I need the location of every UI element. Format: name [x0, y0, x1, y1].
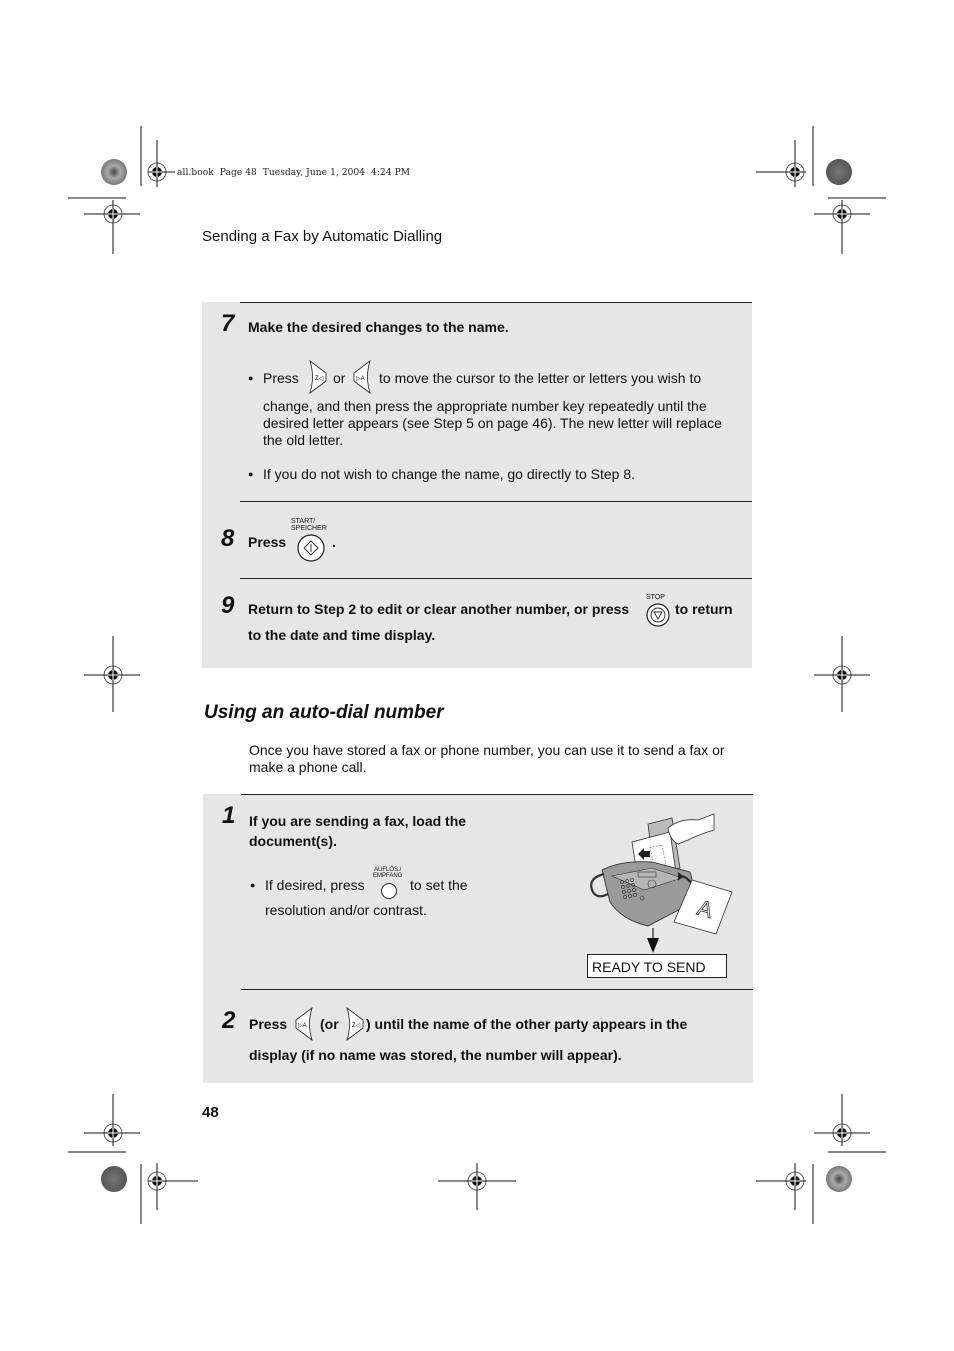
step-text-continued: display (if no name was stored, the numb…	[249, 1047, 622, 1063]
svg-text:▷A: ▷A	[356, 376, 365, 382]
start-key-icon[interactable]	[296, 533, 326, 563]
section-title: Using an auto-dial number	[204, 702, 444, 723]
step-text-continued: to the date and time display.	[248, 627, 436, 643]
print-slug: all.book Page 48 Tuesday, June 1, 2004 4…	[177, 168, 411, 178]
star-target-bottom-right	[826, 1166, 852, 1192]
step-text: to return	[675, 601, 733, 617]
step-text: Press	[248, 534, 287, 550]
step-number: 9	[221, 592, 235, 619]
running-head: Sending a Fax by Automatic Dialling	[202, 228, 443, 245]
section-intro: Once you have stored a fax or phone numb…	[249, 742, 725, 775]
left-arrow-key-icon[interactable]: ▷A	[352, 359, 372, 395]
divider	[241, 989, 753, 990]
star-target-top-left	[101, 159, 127, 185]
key-label: AUFLÖS./ EMPFANG	[373, 867, 403, 879]
divider	[240, 302, 752, 303]
bullet-item: If you do not wish to change the name, g…	[248, 466, 635, 483]
bullet-text: to move the cursor to the letter or lett…	[379, 370, 702, 386]
divider	[240, 578, 752, 579]
step-number: 2	[222, 1007, 236, 1034]
page-number: 48	[202, 1104, 219, 1121]
step-text: ) until the name of the other party appe…	[366, 1016, 688, 1032]
divider	[241, 794, 753, 795]
or-text: or	[333, 370, 346, 386]
step-title: If you are sending a fax, load the docum…	[249, 813, 467, 849]
key-label: START/ SPEICHER	[291, 518, 327, 532]
svg-text:Z◁: Z◁	[315, 376, 324, 382]
left-arrow-key-icon[interactable]: ▷A	[294, 1006, 314, 1042]
fax-machine-illustration: A	[582, 810, 742, 960]
stop-key-icon[interactable]	[645, 602, 671, 628]
right-arrow-key-icon[interactable]: Z◁	[345, 1006, 365, 1042]
star-target-top-right	[826, 159, 852, 185]
lcd-display: READY TO SEND	[587, 954, 727, 978]
step-title: Make the desired changes to the name.	[248, 319, 509, 335]
key-label: STOP	[646, 594, 665, 601]
step-text: (or	[320, 1016, 339, 1032]
step-number: 7	[221, 310, 235, 337]
bullet-text-continued: resolution and/or contrast.	[265, 902, 427, 918]
star-target-bottom-left	[101, 1166, 127, 1192]
divider	[240, 501, 752, 502]
bullet-item: If desired, press	[250, 877, 365, 894]
svg-text:Z◁: Z◁	[352, 1023, 361, 1029]
step-number: 1	[222, 802, 236, 829]
step-text: Return to Step 2 to edit or clear anothe…	[248, 601, 630, 617]
step-number: 8	[221, 525, 235, 552]
registration-marks	[68, 126, 886, 1224]
resolution-key-icon[interactable]	[380, 882, 398, 900]
bullet-text-continued: change, and then press the appropriate n…	[263, 398, 722, 448]
right-arrow-key-icon[interactable]: Z◁	[308, 359, 328, 395]
period: .	[332, 534, 336, 550]
step-text: Press	[249, 1016, 288, 1032]
bullet-text: to set the	[410, 877, 468, 893]
svg-text:▷A: ▷A	[298, 1023, 307, 1029]
